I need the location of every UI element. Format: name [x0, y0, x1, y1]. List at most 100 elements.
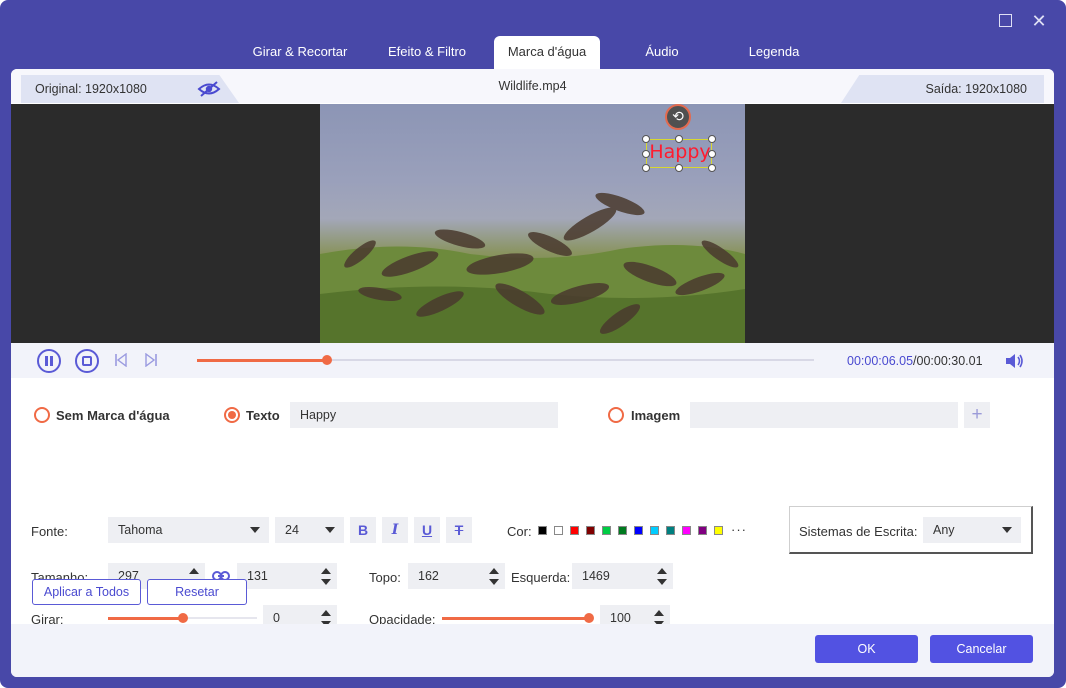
dialog-footer: OK Cancelar	[11, 624, 1054, 677]
left-value: 1469	[582, 569, 610, 583]
color-swatch[interactable]	[538, 526, 547, 535]
tab-audio[interactable]: Áudio	[618, 36, 706, 70]
top-label: Topo:	[369, 570, 401, 585]
tab-efeito-filtro[interactable]: Efeito & Filtro	[372, 36, 482, 70]
bold-button[interactable]: B	[350, 517, 376, 543]
rotate-slider-thumb[interactable]	[177, 613, 188, 623]
video-frame[interactable]: ⟲ Happy	[320, 104, 745, 343]
rotate-slider[interactable]	[108, 613, 257, 623]
opacity-slider-thumb[interactable]	[584, 613, 594, 623]
progress-bar[interactable]	[197, 355, 814, 365]
font-family-select[interactable]: Tahoma	[108, 517, 269, 543]
font-size-value: 24	[285, 523, 299, 537]
color-swatch[interactable]	[554, 526, 563, 535]
color-swatch[interactable]	[714, 526, 723, 535]
color-swatch[interactable]	[682, 526, 691, 535]
playback-controls: 00:00:06.05/00:00:30.01	[11, 343, 1054, 378]
tab-legenda[interactable]: Legenda	[722, 36, 826, 70]
resize-handle-r[interactable]	[708, 150, 716, 158]
resize-handle-bl[interactable]	[642, 164, 650, 172]
height-input[interactable]: 131	[237, 563, 337, 589]
color-swatch[interactable]	[634, 526, 643, 535]
underline-button[interactable]: U	[414, 517, 440, 543]
radio-image-watermark[interactable]	[608, 407, 624, 423]
left-input[interactable]: 1469	[572, 563, 673, 589]
italic-button[interactable]: I	[382, 517, 408, 543]
progress-fill	[197, 359, 328, 362]
strikethrough-button[interactable]: T	[446, 517, 472, 543]
resize-handle-tr[interactable]	[708, 135, 716, 143]
chevron-down-icon	[250, 527, 260, 533]
output-resolution: Saída: 1920x1080	[925, 82, 1027, 96]
reset-button[interactable]: Resetar	[147, 579, 247, 605]
resize-handle-br[interactable]	[708, 164, 716, 172]
font-label: Fonte:	[31, 524, 68, 539]
height-value: 131	[247, 569, 268, 583]
watermark-text-input[interactable]: Happy	[290, 402, 558, 428]
resize-handle-b[interactable]	[675, 164, 683, 172]
total-time: /00:00:30.01	[913, 354, 983, 368]
no-watermark-label: Sem Marca d'água	[56, 408, 170, 423]
top-input[interactable]: 162	[408, 563, 505, 589]
tab-marca-dagua[interactable]: Marca d'água	[494, 36, 600, 70]
color-swatch[interactable]	[698, 526, 707, 535]
image-watermark-label: Imagem	[631, 408, 681, 423]
left-label: Esquerda:	[511, 570, 571, 585]
tab-bar: Girar & Recortar Efeito & Filtro Marca d…	[0, 36, 1066, 70]
stop-button[interactable]	[75, 349, 99, 373]
font-size-select[interactable]: 24	[275, 517, 344, 543]
watermark-text-preview: Happy	[649, 141, 711, 163]
color-swatch[interactable]	[666, 526, 675, 535]
watermark-image-path[interactable]	[690, 402, 958, 428]
content-panel: Original: 1920x1080 Wildlife.mp4 Saída: …	[11, 69, 1054, 677]
ok-button[interactable]: OK	[815, 635, 918, 663]
video-preview: ⟲ Happy	[11, 104, 1054, 343]
volume-icon[interactable]	[1004, 352, 1024, 370]
color-swatch[interactable]	[618, 526, 627, 535]
rotate-value: 0	[273, 611, 280, 625]
chevron-down-icon	[1002, 527, 1012, 533]
opacity-slider-fill	[442, 617, 589, 620]
radio-no-watermark[interactable]	[34, 407, 50, 423]
resize-handle-l[interactable]	[642, 150, 650, 158]
writing-system-group: Sistemas de Escrita: Any	[789, 506, 1033, 554]
color-swatch[interactable]	[570, 526, 579, 535]
writing-system-value: Any	[933, 523, 955, 537]
text-watermark-label: Texto	[246, 408, 280, 423]
writing-system-select[interactable]: Any	[923, 517, 1021, 543]
color-swatch[interactable]	[602, 526, 611, 535]
add-image-button[interactable]: +	[964, 402, 990, 428]
rotate-slider-fill	[108, 617, 183, 620]
previous-frame-icon[interactable]	[114, 353, 128, 367]
color-swatch[interactable]	[586, 526, 595, 535]
info-bar: Original: 1920x1080 Wildlife.mp4 Saída: …	[11, 69, 1054, 103]
resize-handle-t[interactable]	[675, 135, 683, 143]
next-frame-icon[interactable]	[144, 353, 158, 367]
watermark-selection-box[interactable]: Happy	[642, 135, 716, 172]
top-value: 162	[418, 569, 439, 583]
pause-button[interactable]	[37, 349, 61, 373]
tab-girar-recortar[interactable]: Girar & Recortar	[236, 36, 364, 70]
file-name: Wildlife.mp4	[498, 79, 567, 93]
close-icon[interactable]: ✕	[1029, 12, 1049, 30]
maximize-icon[interactable]	[995, 12, 1015, 32]
resize-handle-tl[interactable]	[642, 135, 650, 143]
apply-to-all-button[interactable]: Aplicar a Todos	[32, 579, 141, 605]
current-time: 00:00:06.05	[847, 354, 914, 368]
font-family-value: Tahoma	[118, 523, 163, 537]
top-stepper[interactable]	[484, 563, 504, 589]
more-colors-button[interactable]: ···	[731, 522, 747, 537]
height-stepper[interactable]	[316, 563, 336, 589]
progress-thumb[interactable]	[322, 355, 333, 365]
color-swatch[interactable]	[650, 526, 659, 535]
radio-text-watermark[interactable]	[224, 407, 240, 423]
color-label: Cor:	[507, 524, 532, 539]
opacity-value: 100	[610, 611, 631, 625]
writing-system-label: Sistemas de Escrita:	[799, 524, 918, 539]
rotate-handle-icon[interactable]: ⟲	[665, 104, 691, 130]
time-display: 00:00:06.05/00:00:30.01	[847, 354, 983, 368]
chevron-down-icon	[325, 527, 335, 533]
opacity-slider[interactable]	[442, 613, 594, 623]
left-stepper[interactable]	[652, 563, 672, 589]
cancel-button[interactable]: Cancelar	[930, 635, 1033, 663]
